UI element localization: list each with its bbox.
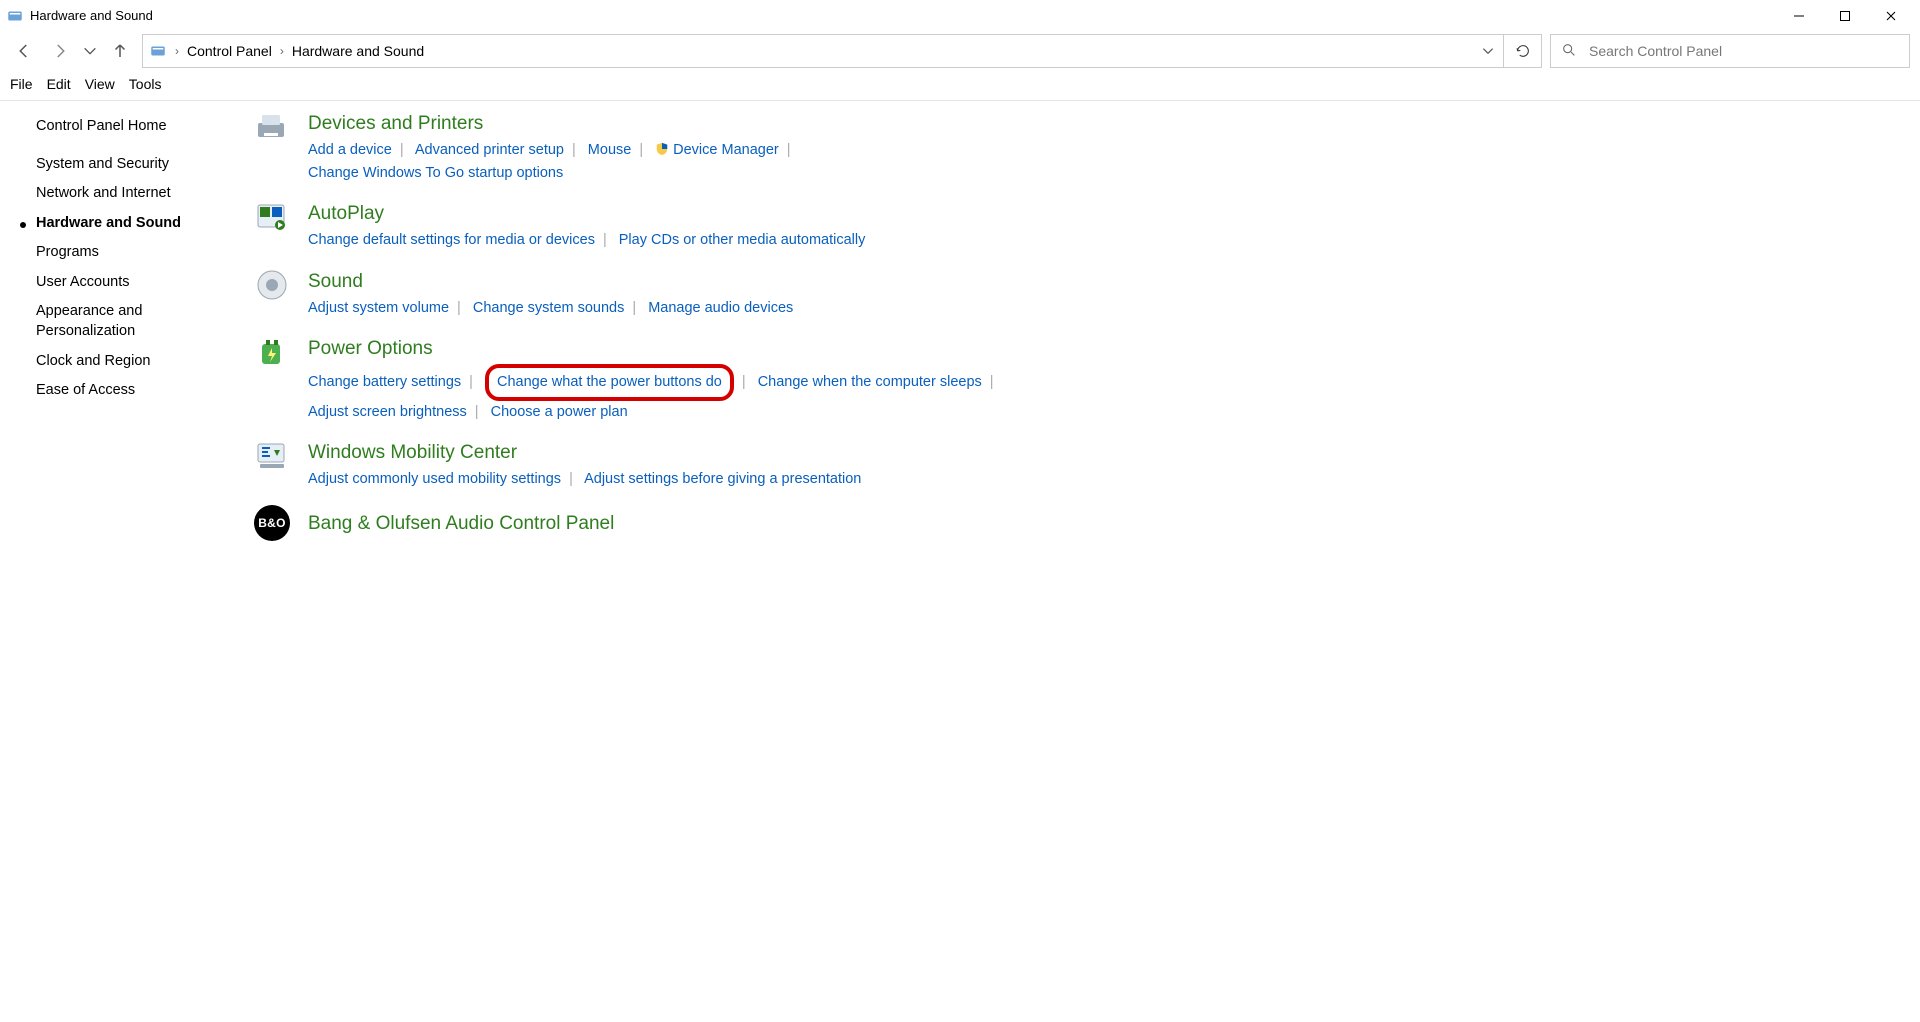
link-change-default-settings-media[interactable]: Change default settings for media or dev… [308,232,595,248]
link-change-when-computer-sleeps[interactable]: Change when the computer sleeps [758,374,982,390]
link-adjust-mobility-settings[interactable]: Adjust commonly used mobility settings [308,471,561,487]
forward-button[interactable] [46,37,74,65]
sidebar-item-network-internet[interactable]: Network and Internet [36,184,240,204]
category-mobility-center: Windows Mobility Center Adjust commonly … [250,438,1920,491]
sidebar-item-system-security[interactable]: System and Security [36,155,240,175]
sidebar: Control Panel Home System and Security N… [0,101,250,555]
addressbar[interactable]: › Control Panel › Hardware and Sound [142,34,1504,68]
menubar: File Edit View Tools [0,70,1920,101]
category-title-devices-printers[interactable]: Devices and Printers [308,113,1920,135]
category-title-autoplay[interactable]: AutoPlay [308,203,1920,225]
link-choose-a-power-plan[interactable]: Choose a power plan [491,404,628,420]
menu-tools[interactable]: Tools [129,76,162,92]
category-title-mobility-center[interactable]: Windows Mobility Center [308,442,1920,464]
window-title: Hardware and Sound [30,8,153,23]
navigation-row: › Control Panel › Hardware and Sound [0,32,1920,70]
recent-locations-button[interactable] [82,37,98,65]
sidebar-item-programs[interactable]: Programs [36,243,240,263]
menu-file[interactable]: File [10,76,33,92]
menu-view[interactable]: View [85,76,115,92]
menu-edit[interactable]: Edit [47,76,71,92]
category-devices-printers: Devices and Printers Add a device| Advan… [250,109,1920,185]
category-bang-olufsen: B&O Bang & Olufsen Audio Control Panel [250,505,1920,541]
link-mouse[interactable]: Mouse [588,142,632,158]
maximize-button[interactable] [1822,1,1868,31]
link-adjust-system-volume[interactable]: Adjust system volume [308,300,449,316]
category-title-bang-olufsen[interactable]: Bang & Olufsen Audio Control Panel [308,513,1920,535]
link-device-manager[interactable]: Device Manager [673,142,779,158]
category-title-sound[interactable]: Sound [308,271,1920,293]
location-icon [147,40,169,62]
refresh-button[interactable] [1504,34,1542,68]
minimize-button[interactable] [1776,1,1822,31]
breadcrumb-separator-icon: › [175,44,179,58]
sidebar-item-user-accounts[interactable]: User Accounts [36,273,240,293]
search-box[interactable] [1550,34,1910,68]
sidebar-item-clock-region[interactable]: Clock and Region [36,352,240,372]
annotation-highlight: Change what the power buttons do [485,364,734,401]
up-button[interactable] [106,37,134,65]
address-history-dropdown[interactable] [1477,44,1499,58]
search-input[interactable] [1587,42,1899,60]
breadcrumb-hardware-sound[interactable]: Hardware and Sound [290,43,426,59]
search-icon [1561,42,1577,61]
category-title-power-options[interactable]: Power Options [308,338,1920,360]
bang-olufsen-icon: B&O [254,505,290,541]
breadcrumb-control-panel[interactable]: Control Panel [185,43,274,59]
devices-printers-icon [254,109,290,145]
category-autoplay: AutoPlay Change default settings for med… [250,199,1920,252]
sidebar-item-appearance-personalization[interactable]: Appearance and Personalization [36,302,240,341]
power-options-icon [254,334,290,370]
link-add-a-device[interactable]: Add a device [308,142,392,158]
content-area: Devices and Printers Add a device| Advan… [250,101,1920,555]
mobility-center-icon [254,438,290,474]
window-icon [6,7,24,25]
category-power-options: Power Options Change battery settings| C… [250,334,1920,424]
link-change-system-sounds[interactable]: Change system sounds [473,300,625,316]
sidebar-item-hardware-sound[interactable]: Hardware and Sound [36,214,240,234]
link-change-battery-settings[interactable]: Change battery settings [308,374,461,390]
link-adjust-screen-brightness[interactable]: Adjust screen brightness [308,404,467,420]
titlebar: Hardware and Sound [0,0,1920,32]
link-advanced-printer-setup[interactable]: Advanced printer setup [415,142,564,158]
link-adjust-settings-presentation[interactable]: Adjust settings before giving a presenta… [584,471,861,487]
sidebar-item-ease-of-access[interactable]: Ease of Access [36,381,240,401]
back-button[interactable] [10,37,38,65]
shield-icon [655,141,669,155]
link-play-cds-automatically[interactable]: Play CDs or other media automatically [619,232,866,248]
sound-icon [254,267,290,303]
close-button[interactable] [1868,1,1914,31]
breadcrumb-separator-icon: › [280,44,284,58]
autoplay-icon [254,199,290,235]
link-change-windows-to-go[interactable]: Change Windows To Go startup options [308,165,563,181]
link-manage-audio-devices[interactable]: Manage audio devices [648,300,793,316]
category-sound: Sound Adjust system volume| Change syste… [250,267,1920,320]
sidebar-control-panel-home[interactable]: Control Panel Home [36,117,240,137]
link-change-what-power-buttons-do[interactable]: Change what the power buttons do [497,374,722,390]
